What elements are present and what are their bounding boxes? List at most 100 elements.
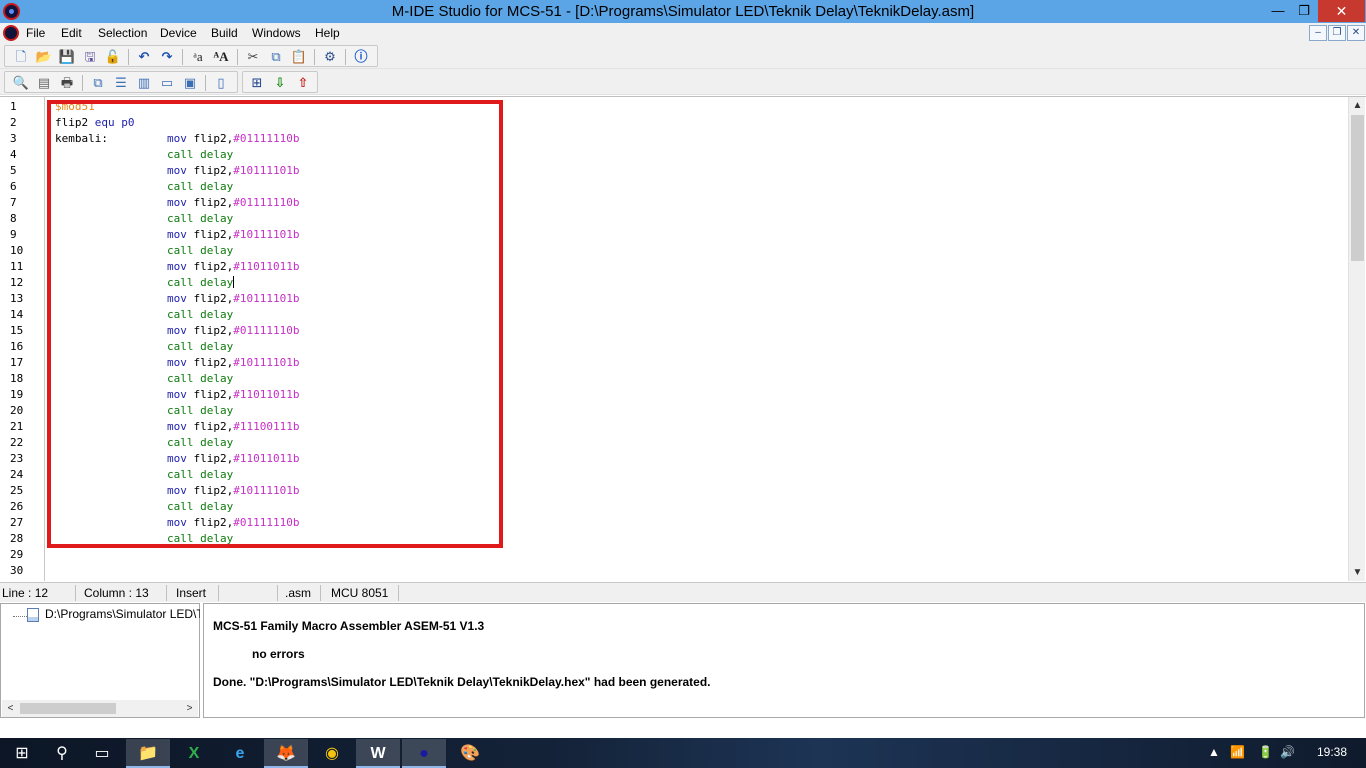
file-explorer-icon[interactable]: 📁 <box>126 739 170 768</box>
window-icon[interactable]: ▣ <box>180 74 200 92</box>
volume-icon[interactable]: 🔊 <box>1280 745 1295 759</box>
save-all-icon[interactable]: 🖫 <box>80 48 100 66</box>
arrange-icon[interactable]: ▭ <box>157 74 177 92</box>
mdi-minimize-button[interactable]: – <box>1309 25 1327 41</box>
task-view-icon[interactable]: ▭ <box>80 739 124 768</box>
menu-file[interactable]: File <box>26 26 45 40</box>
menu-build[interactable]: Build <box>211 26 238 40</box>
code-line[interactable]: mov flip2,#10111101b <box>55 228 299 244</box>
scroll-up-arrow-icon[interactable]: ▲ <box>1349 97 1366 114</box>
tray-expand-icon[interactable]: ▲ <box>1208 745 1220 759</box>
code-line[interactable]: flip2 equ p0 <box>55 116 135 132</box>
download-icon[interactable]: ⇩ <box>270 74 290 92</box>
open-folder-icon[interactable]: 📂 <box>34 48 54 66</box>
minimize-button[interactable]: — <box>1264 0 1292 22</box>
windows-start-icon[interactable]: ⊞ <box>0 739 44 768</box>
scroll-left-arrow-icon[interactable]: < <box>2 700 19 717</box>
code-line[interactable]: mov flip2,#10111101b <box>55 164 299 180</box>
document-icon[interactable]: ▤ <box>34 74 54 92</box>
info-icon[interactable]: ⓘ <box>351 48 371 66</box>
code-line[interactable]: mov flip2,#11011011b <box>55 260 299 276</box>
code-line[interactable]: mov flip2,#10111101b <box>55 356 299 372</box>
code-line[interactable]: call delay <box>55 340 233 356</box>
code-line[interactable]: call delay <box>55 468 233 484</box>
code-line[interactable]: mov flip2,#11100111b <box>55 420 299 436</box>
code-line[interactable]: call delay <box>55 372 233 388</box>
cut-icon[interactable]: ✂ <box>243 48 263 66</box>
chrome-icon[interactable]: ◉ <box>310 739 354 768</box>
page-icon[interactable]: ▯ <box>211 74 231 92</box>
close-button[interactable]: ✕ <box>1318 0 1365 22</box>
search-icon[interactable]: ⚲ <box>40 739 84 768</box>
upload-icon[interactable]: ⇧ <box>293 74 313 92</box>
scroll-down-arrow-icon[interactable]: ▼ <box>1349 564 1366 581</box>
code-line[interactable]: call delay <box>55 500 233 516</box>
scroll-thumb[interactable] <box>1351 115 1364 261</box>
code-line[interactable]: call delay <box>55 180 233 196</box>
settings-icon[interactable]: ⚙ <box>320 48 340 66</box>
code-line[interactable]: call delay <box>55 244 233 260</box>
mide-icon[interactable]: ● <box>402 739 446 768</box>
code-operand: flip2, <box>186 356 234 369</box>
maximize-button[interactable]: ❐ <box>1290 0 1318 22</box>
unlock-icon[interactable]: 🔓 <box>103 48 123 66</box>
copy-icon[interactable]: ⧉ <box>266 48 286 66</box>
line-number: 3 <box>10 132 17 145</box>
cascade-icon[interactable]: ⧉ <box>88 74 108 92</box>
code-operand: flip2, <box>186 196 234 209</box>
build-icon[interactable]: ⊞ <box>247 74 267 92</box>
scroll-thumb[interactable] <box>20 703 116 714</box>
save-icon[interactable]: 💾 <box>57 48 77 66</box>
document-system-icon[interactable] <box>3 25 19 41</box>
undo-icon[interactable]: ↶ <box>134 48 154 66</box>
code-line[interactable]: $mod51 <box>55 100 95 116</box>
horizontal-scrollbar[interactable]: < > <box>2 700 198 717</box>
code-line[interactable]: call delay <box>55 148 233 164</box>
code-number: #01111110b <box>233 196 300 209</box>
menu-windows[interactable]: Windows <box>252 26 301 40</box>
code-line[interactable]: call delay <box>55 276 235 292</box>
redo-icon[interactable]: ↷ <box>157 48 177 66</box>
vertical-scrollbar[interactable]: ▲ ▼ <box>1348 97 1365 581</box>
code-area[interactable]: $mod51 flip2 equ p0 kembali: mov flip2,#011… <box>55 97 1345 581</box>
word-icon[interactable]: W <box>356 739 400 768</box>
network-icon[interactable]: 📶 <box>1230 745 1245 759</box>
tile-horizontal-icon[interactable]: ☰ <box>111 74 131 92</box>
firefox-icon[interactable]: 🦊 <box>264 739 308 768</box>
battery-icon[interactable]: 🔋 <box>1258 745 1273 759</box>
code-line[interactable]: kembali: mov flip2,#01111110b <box>55 132 299 148</box>
print-icon[interactable]: 🖶 <box>57 74 77 92</box>
mdi-close-button[interactable]: ✕ <box>1347 25 1365 41</box>
code-line[interactable]: mov flip2,#11011011b <box>55 452 299 468</box>
new-file-icon[interactable]: 🗋 <box>11 48 31 66</box>
menu-edit[interactable]: Edit <box>61 26 82 40</box>
code-line[interactable]: call delay <box>55 308 233 324</box>
code-line[interactable]: call delay <box>55 436 233 452</box>
menu-device[interactable]: Device <box>160 26 197 40</box>
code-line[interactable]: mov flip2,#10111101b <box>55 292 299 308</box>
code-mnemonic: mov <box>167 420 187 433</box>
lowercase-icon[interactable]: ᵃa <box>188 48 208 66</box>
code-line[interactable]: mov flip2,#01111110b <box>55 324 299 340</box>
paste-icon[interactable]: 📋 <box>289 48 309 66</box>
ie-icon[interactable]: e <box>218 739 262 768</box>
menu-help[interactable]: Help <box>315 26 340 40</box>
code-line[interactable]: mov flip2,#10111101b <box>55 484 299 500</box>
uppercase-icon[interactable]: ᴬA <box>211 48 231 66</box>
excel-icon[interactable]: X <box>172 739 216 768</box>
clock[interactable]: 19:38 <box>1317 745 1347 759</box>
code-line[interactable]: mov flip2,#01111110b <box>55 516 299 532</box>
menu-selection[interactable]: Selection <box>98 26 147 40</box>
paint-icon[interactable]: 🎨 <box>448 739 492 768</box>
mdi-restore-button[interactable]: ❐ <box>1328 25 1346 41</box>
code-line[interactable]: mov flip2,#01111110b <box>55 196 299 212</box>
code-editor[interactable]: 1 2 3 4 5 6 7 8 9 10 11 12 13 14 15 16 17 18 19 20 21 22 23 24 2… <box>0 96 1366 582</box>
tile-vertical-icon[interactable]: ▥ <box>134 74 154 92</box>
find-icon[interactable]: 🔍 <box>11 74 31 92</box>
code-line[interactable]: call delay <box>55 212 233 228</box>
code-line[interactable]: mov flip2,#11011011b <box>55 388 299 404</box>
code-line[interactable]: call delay <box>55 404 233 420</box>
scroll-right-arrow-icon[interactable]: > <box>181 700 198 717</box>
code-line[interactable]: call delay <box>55 532 233 548</box>
tree-item-file[interactable]: D:\Programs\Simulator LED\Teknik Delay\T… <box>45 607 200 621</box>
